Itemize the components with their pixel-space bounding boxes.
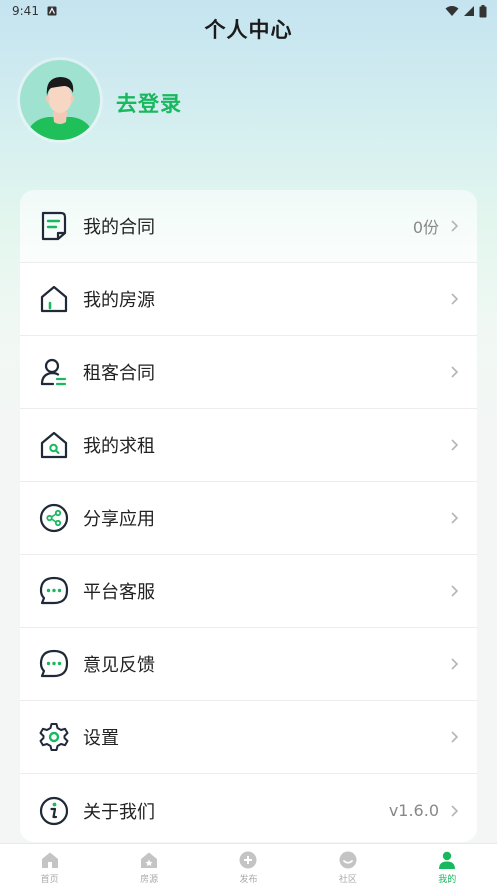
tab-publish[interactable]: 发布 [199,844,298,885]
document-icon [41,211,67,241]
chevron-right-icon [451,439,459,451]
menu-item-listings[interactable]: 我的房源 [20,263,477,336]
house-icon [40,285,68,313]
menu-item-label: 分享应用 [83,509,155,530]
person-list-icon [40,358,67,386]
house-search-icon [40,431,68,459]
tab-community[interactable]: 社区 [298,844,397,885]
login-link[interactable]: 去登录 [116,88,182,118]
menu-item-rent-requests[interactable]: 我的求租 [20,409,477,482]
contracts-count: 0份 [412,218,439,237]
chevron-right-icon [451,585,459,597]
menu-item-label: 租客合同 [83,363,155,384]
menu-item-label: 平台客服 [83,582,155,603]
menu-item-tenant-contracts[interactable]: 租客合同 [20,336,477,409]
share-icon [39,503,69,533]
tab-label: 社区 [338,875,357,885]
menu-item-feedback[interactable]: 意见反馈 [20,628,477,701]
menu-item-share[interactable]: 分享应用 [20,482,477,555]
menu-item-label: 意见反馈 [83,655,155,676]
tab-label: 我的 [438,875,457,885]
house-star-icon [141,852,158,868]
gear-icon [39,723,69,751]
avatar-person-icon [26,77,94,140]
menu-item-label: 我的合同 [83,217,155,238]
menu-item-support[interactable]: 平台客服 [20,555,477,628]
info-icon [39,796,69,825]
chat-bubble-icon [39,649,69,678]
avatar[interactable] [20,60,100,140]
tab-label: 首页 [40,875,59,885]
chevron-right-icon [451,658,459,670]
tab-home[interactable]: 首页 [0,844,99,885]
tab-listings[interactable]: 房源 [100,844,199,885]
menu-list: 我的合同 0份 我的房源 租客合同 我的求租 分享应用 平台客服 意见反馈 设置… [20,190,477,842]
page-title: 个人中心 [204,18,293,42]
app-version: v1.6.0 [388,801,439,820]
chevron-right-icon [451,220,459,232]
bottom-tab-bar: 首页 房源 发布 社区 我的 [0,843,497,885]
tab-label: 房源 [140,875,159,885]
menu-item-label: 关于我们 [83,801,155,823]
chevron-right-icon [451,804,459,817]
menu-item-about[interactable]: 关于我们 v1.6.0 [20,774,477,842]
tab-profile[interactable]: 我的 [398,844,497,885]
menu-item-label: 我的房源 [83,290,155,311]
chevron-right-icon [451,731,459,743]
home-icon [41,852,58,868]
person-icon [439,851,456,869]
plus-circle-icon [239,851,257,869]
menu-item-label: 我的求租 [83,436,155,457]
chat-bubble-icon [39,576,69,605]
tab-label: 发布 [239,875,258,885]
menu-item-contracts[interactable]: 我的合同 0份 [20,190,477,263]
chevron-right-icon [451,366,459,378]
chevron-right-icon [451,512,459,524]
menu-item-settings[interactable]: 设置 [20,701,477,774]
menu-item-label: 设置 [83,728,119,749]
chat-circle-icon [339,851,357,869]
chevron-right-icon [451,293,459,305]
